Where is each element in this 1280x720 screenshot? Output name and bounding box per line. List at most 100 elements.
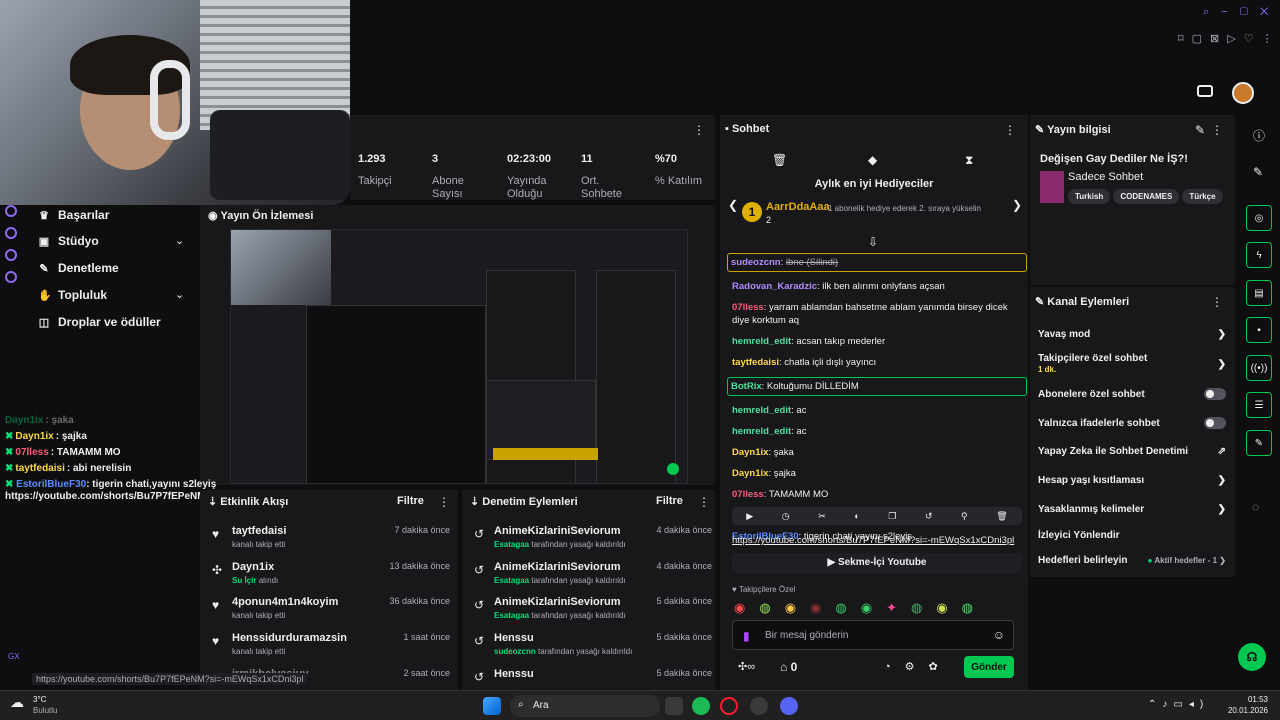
more-icon[interactable]: ⋮ bbox=[438, 495, 450, 509]
chat-username[interactable]: 07lless bbox=[732, 489, 764, 500]
chat-username[interactable]: 07lless bbox=[732, 302, 764, 313]
action-followers-only[interactable]: Takipçilere özel sohbet 1 dk. ❯ bbox=[1038, 353, 1226, 375]
mod-item[interactable]: ↺ AnimeKizlariniSeviorum Esatagaa tarafınd… bbox=[474, 561, 712, 585]
support-icon[interactable]: ☊ bbox=[1238, 643, 1266, 671]
windows-start-icon[interactable] bbox=[483, 697, 501, 715]
lightning-icon[interactable]: ϟ bbox=[1246, 242, 1272, 268]
avatar[interactable] bbox=[1232, 82, 1254, 104]
nav-moderation[interactable]: ✎ Denetleme bbox=[38, 261, 118, 275]
app-icon[interactable] bbox=[750, 697, 768, 715]
weather-icon[interactable]: ☁ bbox=[10, 694, 24, 711]
filter-button[interactable]: Filtre bbox=[397, 495, 424, 507]
nav-achievements[interactable]: ♛ Başarılar bbox=[38, 208, 109, 222]
emote-row[interactable]: ◉ ◍ ◉ ◉ ◍ ◉ ✦ ◍ ◉ ◍ bbox=[734, 600, 973, 616]
info-icon[interactable]: ⓘ bbox=[1253, 127, 1265, 144]
edit-icon[interactable]: ✎ bbox=[1195, 123, 1205, 137]
hourglass-icon[interactable]: ⧗ bbox=[965, 153, 973, 168]
layout-icon[interactable]: ☰ bbox=[1246, 392, 1272, 418]
chevron-left-icon[interactable]: ❮ bbox=[728, 198, 738, 212]
more-icon[interactable]: ⋮ bbox=[1211, 123, 1223, 137]
chat-message[interactable]: taytfedaisi: chatla içli dışlı yayıncı bbox=[732, 356, 1022, 369]
chat-message[interactable]: hemreld_edit: acsan takıp mederler bbox=[732, 335, 1022, 348]
more-icon[interactable]: ⋮ bbox=[1211, 295, 1223, 309]
feed-item[interactable]: ♥ 4ponun4m1n4koyim kanalı takip etti 36 dak… bbox=[212, 596, 450, 620]
rank-badge: 1 bbox=[742, 202, 762, 222]
chat-username[interactable]: sudeozcnn bbox=[731, 257, 781, 268]
tray-icons[interactable]: ⌃♪▭◂) bbox=[1148, 699, 1209, 710]
notes-icon[interactable]: ▤ bbox=[1246, 280, 1272, 306]
stat-subs: 3 Abone Sayısı bbox=[432, 153, 464, 200]
chevron-down-icon[interactable]: ⌄ bbox=[175, 288, 184, 301]
chat-message[interactable]: Radovan_Karadzic: ilk ben alırımı onlyfa… bbox=[732, 280, 1022, 293]
opera-gx-icon[interactable] bbox=[720, 697, 738, 715]
action-goals[interactable]: Hedefleri belirleyin ● Aktif hedefler - 1… bbox=[1038, 555, 1226, 566]
feed-item[interactable]: ♥ Henssidurduramazsin kanalı takip etti 1 s… bbox=[212, 632, 450, 656]
stats-bar: ⋮ 1.293 Takipçi 3 Abone Sayısı 02:23:00 Yay… bbox=[350, 115, 715, 200]
mod-item[interactable]: ↺ Henssu sudeozcnn tarafından yasağı kaldı… bbox=[474, 632, 712, 656]
chat-username[interactable]: hemreld_edit bbox=[732, 336, 791, 347]
mod-item[interactable]: ↺ AnimeKizlariniSeviorum Esatagaa tarafınd… bbox=[474, 596, 712, 620]
action-account-age[interactable]: Hesap yaşı kısıtlaması ❯ bbox=[1038, 475, 1226, 486]
filter-button[interactable]: Filtre bbox=[656, 495, 683, 507]
edit-icon[interactable]: ✎ bbox=[1253, 165, 1263, 179]
chevron-down-icon[interactable]: ⌄ bbox=[175, 234, 184, 247]
more-icon[interactable]: ⋮ bbox=[698, 495, 710, 509]
feed-item[interactable]: ✣ Dayn1ix Su İçir alındı 13 dakika önce bbox=[212, 561, 450, 585]
action-raid[interactable]: İzleyici Yönlendir bbox=[1038, 530, 1226, 541]
more-icon[interactable]: ⋮ bbox=[693, 123, 705, 137]
send-button[interactable]: Gönder bbox=[964, 656, 1014, 678]
chat-icon[interactable]: ▪ bbox=[1246, 317, 1272, 343]
nav-studio[interactable]: ▣ Stüdyo bbox=[38, 234, 99, 248]
chat-username[interactable]: Dayn1ix bbox=[732, 447, 768, 458]
action-ai-moderation[interactable]: Yapay Zeka ile Sohbet Denetimi ⇗ bbox=[1038, 446, 1226, 457]
wrench-icon[interactable]: ✎ bbox=[1246, 430, 1272, 456]
broadcast-icon[interactable]: ((•)) bbox=[1246, 355, 1272, 381]
chat-username[interactable]: BotRix bbox=[731, 381, 762, 392]
chat-username[interactable]: hemreld_edit bbox=[732, 426, 791, 437]
chat-message[interactable]: hemreld_edit: ac bbox=[732, 404, 1022, 417]
toolbar-icons[interactable]: ⌑▢⊠▷♡⋮ bbox=[1178, 32, 1280, 45]
chat-message[interactable]: hemreld_edit: ac bbox=[732, 425, 1022, 438]
chat-bubble-icon[interactable]: ◆ bbox=[868, 153, 877, 167]
taskbar-search[interactable]: ⌕ Ara bbox=[510, 695, 660, 717]
mod-item[interactable]: ↺ Henssu 5 dakika önce bbox=[474, 668, 712, 684]
chat-message[interactable]: 07lless: yarram ablamdan bahsetme ablam … bbox=[732, 301, 1022, 327]
trash-icon[interactable]: 🗑 bbox=[772, 153, 787, 167]
chat-input[interactable]: ▮ Bir mesaj gönderin ☺ bbox=[732, 620, 1014, 650]
more-icon[interactable]: ⋮ bbox=[1004, 123, 1016, 137]
category-thumbnail[interactable] bbox=[1040, 171, 1064, 203]
feed-item[interactable]: ♥ taytfedaisi kanalı takip etti 7 dakika ön… bbox=[212, 525, 450, 549]
chat-link[interactable]: https://youtube.com/shorts/Bu7P7fEPeNM?s… bbox=[732, 535, 1014, 546]
discord-icon[interactable] bbox=[780, 697, 798, 715]
chat-username[interactable]: taytfedaisi bbox=[732, 357, 779, 368]
community-icon: ✋ bbox=[38, 290, 52, 302]
task-view-icon[interactable] bbox=[665, 697, 683, 715]
nav-community[interactable]: ✋ Topluluk bbox=[38, 288, 107, 302]
embed-youtube-button[interactable]: ▶ Sekme-İçi Youtube bbox=[732, 553, 1022, 573]
gift-icon[interactable] bbox=[1197, 85, 1213, 97]
action-banned-words[interactable]: Yasaklanmış kelimeler ❯ bbox=[1038, 504, 1226, 515]
chat-message[interactable]: 07lless: TAMAMM MO bbox=[732, 488, 1022, 501]
chat-message[interactable]: sudeozcnn: ibne (Silindi) bbox=[727, 253, 1027, 272]
chevron-right-icon[interactable]: ❯ bbox=[1012, 198, 1022, 212]
rewards-button[interactable]: ⌂ 0 bbox=[780, 660, 797, 674]
chat-tools[interactable]: ◔⚙✿ bbox=[884, 660, 952, 673]
chat-username[interactable]: Dayn1ix bbox=[732, 468, 768, 479]
chat-username[interactable]: Radovan_Karadzic bbox=[732, 281, 817, 292]
message-actions[interactable]: ▶ ◷ ✂ ◐ ❐ ↺ ⚲ 🗑 bbox=[732, 507, 1022, 525]
points-icon[interactable]: ✣∞ bbox=[738, 660, 755, 673]
camera-icon[interactable]: ◎ bbox=[1246, 205, 1272, 231]
chat-message[interactable]: Dayn1ix: şajka bbox=[732, 467, 1022, 480]
chat-message[interactable]: BotRix: Koltuğumu DİLLEDİM bbox=[727, 377, 1027, 396]
chat-username[interactable]: hemreld_edit bbox=[732, 405, 791, 416]
chat-message[interactable]: Dayn1ix: şaka bbox=[732, 446, 1022, 459]
pin-icon[interactable]: ⇩ bbox=[868, 235, 878, 249]
spotify-icon[interactable] bbox=[692, 697, 710, 715]
drag-handle-icon[interactable]: ◌ bbox=[1252, 500, 1259, 514]
action-slow-mode[interactable]: Yavaş mod ❯ bbox=[1038, 329, 1226, 340]
mod-item[interactable]: ↺ AnimeKizlariniSeviorum Esatagaa tarafınd… bbox=[474, 525, 712, 549]
action-emotes-only[interactable]: Yalnızca ifadelerle sohbet bbox=[1038, 417, 1226, 429]
action-subs-only[interactable]: Abonelere özel sohbet bbox=[1038, 388, 1226, 400]
nav-drops[interactable]: ◫ Droplar ve ödüller bbox=[38, 315, 161, 329]
window-controls[interactable]: ⌕−▢✕ bbox=[1203, 6, 1280, 19]
